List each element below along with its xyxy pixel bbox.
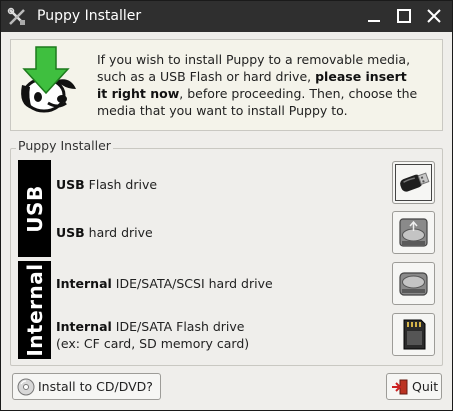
internal-group-label: Internal <box>18 261 51 359</box>
internal-flash-drive-label: Internal IDE/SATA Flash drive (ex: CF ca… <box>56 319 250 351</box>
memory-card-icon <box>403 319 426 350</box>
installer-window: Puppy Installer If you wish to install P… <box>0 0 453 411</box>
maximize-icon[interactable] <box>395 7 413 25</box>
internal-hard-drive-label: Internal IDE/SATA/SCSI hard drive <box>56 276 273 291</box>
internal-hard-drive-button[interactable] <box>392 262 435 305</box>
exit-icon <box>392 379 408 395</box>
usb-hard-drive-label: USB hard drive <box>56 225 153 240</box>
tools-icon <box>7 7 25 25</box>
usb-hard-drive-button[interactable] <box>392 211 435 254</box>
instructions-text: If you wish to install Puppy to a remova… <box>97 52 418 118</box>
window-content: If you wish to install Puppy to a remova… <box>1 32 452 410</box>
frame-label: Puppy Installer <box>16 138 113 153</box>
usb-group-label: USB <box>18 160 51 257</box>
usb-flash-drive-label: USB Flash drive <box>56 177 158 192</box>
puppy-download-logo <box>21 46 76 113</box>
info-panel: If you wish to install Puppy to a remova… <box>10 39 443 131</box>
close-icon[interactable] <box>425 7 443 25</box>
usb-flash-drive-button[interactable] <box>392 161 435 204</box>
usb-hard-drive-icon <box>399 218 428 247</box>
window-title: Puppy Installer <box>37 8 142 24</box>
quit-button[interactable]: Quit <box>386 373 442 400</box>
quit-label: Quit <box>412 379 439 394</box>
install-to-cd-button[interactable]: Install to CD/DVD? <box>12 373 161 400</box>
internal-flash-drive-button[interactable] <box>392 313 435 356</box>
cd-dvd-icon <box>17 378 35 396</box>
usb-flash-drive-icon <box>400 172 430 192</box>
title-bar[interactable]: Puppy Installer <box>1 1 452 32</box>
minimize-icon[interactable] <box>365 7 383 25</box>
internal-hard-drive-icon <box>399 272 428 296</box>
install-to-cd-label: Install to CD/DVD? <box>38 379 153 394</box>
